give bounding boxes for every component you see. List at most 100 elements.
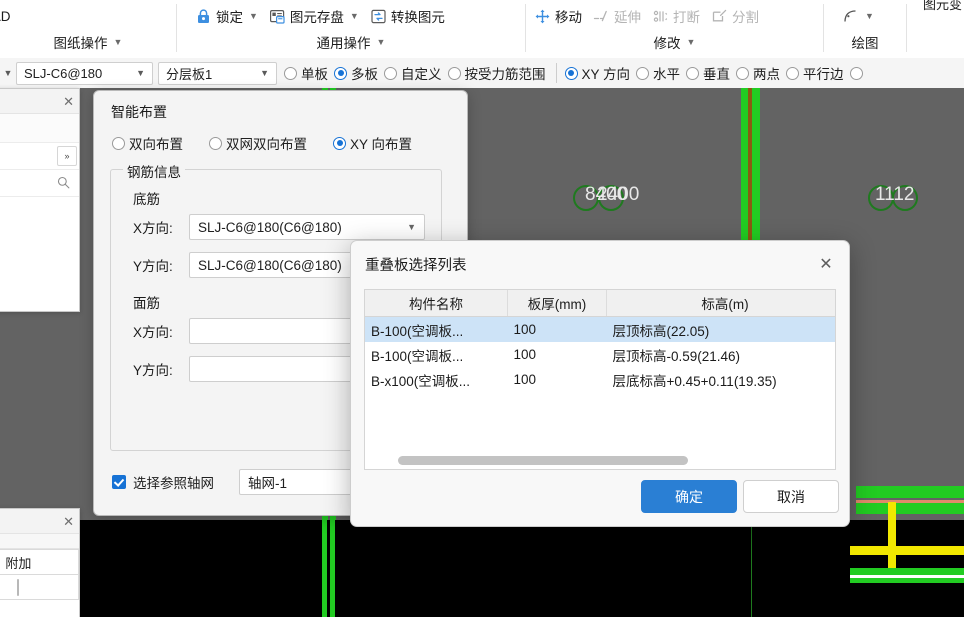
column-header-name[interactable]: 构件名称	[365, 290, 508, 317]
close-icon[interactable]: ✕	[63, 95, 74, 108]
radio-indicator	[112, 136, 125, 150]
chevron-down-icon: ▼	[686, 36, 696, 47]
radio-custom[interactable]: 自定义	[382, 63, 444, 83]
ribbon-group-label-draw[interactable]: 绘图	[824, 30, 906, 54]
left-bottom-panel-titlebar: ✕	[0, 509, 79, 534]
radio-indicator	[284, 66, 297, 80]
left-bottom-panel-subheader	[0, 534, 79, 549]
left-top-panel-searchrow	[0, 170, 79, 197]
break-icon	[652, 8, 669, 25]
ribbon-group-common-ops: 锁定 ▼ 图元存盘 ▼ 转换图元 通用操作 ▼	[177, 0, 525, 57]
rebar-type-combo[interactable]: SLJ-C6@180 ▼	[16, 61, 153, 85]
search-icon[interactable]	[56, 175, 73, 192]
radio-label: 水平	[653, 67, 681, 82]
reference-grid-value: 轴网-1	[248, 476, 288, 491]
table-row[interactable]: B-x100(空调板... 100 层底标高+0.45+0.11(19.35)	[365, 367, 835, 392]
left-top-panel-body	[0, 197, 79, 311]
break-button[interactable]: 打断	[648, 2, 707, 30]
radio-by-rebar-range[interactable]: 按受力筋范围	[446, 63, 548, 83]
radio-extra-clipped[interactable]	[848, 66, 865, 80]
confirm-button[interactable]: 确定	[641, 480, 737, 513]
draw-label: 绘图	[851, 36, 879, 51]
cad-label: CAD	[0, 8, 11, 24]
table-row[interactable]: B-100(空调板... 100 层顶标高-0.59(21.46)	[365, 342, 835, 367]
cell-elevation: 层底标高+0.45+0.11(19.35)	[612, 373, 777, 389]
table-cell-button[interactable]	[0, 574, 79, 600]
chevron-down-icon: ▼	[407, 222, 416, 232]
modify-label: 修改	[653, 36, 681, 51]
scrollbar-thumb[interactable]	[398, 456, 688, 465]
arc-tool-button[interactable]: ▼	[838, 2, 881, 30]
cad-slab-highlight-top	[856, 500, 964, 503]
radio-vertical[interactable]: 垂直	[684, 63, 732, 83]
column-header-thickness[interactable]: 板厚(mm)	[507, 290, 607, 317]
radio-horizontal[interactable]: 水平	[634, 63, 682, 83]
radio-label: 按受力筋范围	[464, 67, 546, 82]
radio-label: 垂直	[703, 67, 731, 82]
cad-axis-line-vertical	[330, 520, 335, 617]
radio-xy-layout[interactable]: XY 向布置	[331, 133, 414, 153]
overlap-modal-title: 重叠板选择列表	[365, 258, 467, 274]
extend-button[interactable]: 延伸	[589, 2, 648, 30]
expand-icon[interactable]: »	[57, 146, 77, 166]
radio-parallel-edge[interactable]: 平行边	[784, 63, 846, 83]
cancel-button[interactable]: 取消	[743, 480, 839, 513]
chevron-down-icon: ▼	[136, 68, 145, 78]
ribbon-group-modify: 移动 延伸 打断 分割 修改 ▼	[526, 0, 823, 57]
left-top-panel-tabrow[interactable]	[0, 114, 79, 143]
bottom-rebar-x-input[interactable]: SLJ-C6@180(C6@180) ▼	[189, 214, 425, 240]
radio-double-mesh-bidirectional[interactable]: 双网双向布置	[207, 133, 309, 153]
save-element-icon	[269, 8, 286, 25]
table-row[interactable]: B-100(空调板... 100 层顶标高(22.05)	[365, 316, 835, 342]
ribbon-divider-4	[906, 4, 907, 52]
cad-button[interactable]: CAD	[0, 2, 18, 30]
move-button[interactable]: 移动	[530, 2, 589, 30]
clipped-ribbon-item[interactable]: 图元变	[923, 0, 962, 13]
table-row[interactable]	[0, 574, 79, 600]
rebar-type-value: SLJ-C6@180	[24, 65, 103, 81]
cell-name: B-x100(空调板...	[371, 373, 471, 389]
ribbon-group-label-modify[interactable]: 修改 ▼	[526, 30, 823, 54]
convert-element-icon	[370, 8, 387, 25]
left-top-panel-linkrow: 间复制 »	[0, 143, 79, 170]
overlap-modal-footer: 确定 取消	[351, 470, 849, 526]
drawing-ops-label: 图纸操作	[53, 36, 108, 51]
cell-thickness: 100	[513, 372, 537, 387]
cad-black-fill	[850, 583, 964, 617]
ribbon-group-label-common-ops[interactable]: 通用操作 ▼	[177, 30, 525, 54]
radio-two-points[interactable]: 两点	[734, 63, 782, 83]
options-overflow-caret[interactable]: ▼	[0, 68, 16, 78]
radio-label: 多板	[351, 67, 378, 82]
radio-single-slab[interactable]: 单板	[282, 63, 330, 83]
cell-elevation: 层顶标高(22.05)	[606, 316, 835, 342]
radio-bidirectional[interactable]: 双向布置	[110, 133, 185, 153]
lock-button[interactable]: 锁定 ▼	[191, 2, 265, 30]
radio-label: XY 向布置	[350, 137, 413, 152]
radio-indicator	[849, 66, 863, 80]
overlap-modal-header: 重叠板选择列表 ✕	[351, 241, 849, 287]
small-button-icon[interactable]	[17, 578, 20, 596]
reference-grid-checkbox[interactable]	[112, 475, 126, 489]
split-button[interactable]: 分割	[707, 2, 766, 30]
cad-grid-line-vertical	[751, 520, 752, 617]
common-ops-label: 通用操作	[316, 36, 371, 51]
table-row[interactable]: 附加	[0, 549, 79, 575]
lock-label: 锁定	[216, 10, 243, 25]
move-label: 移动	[555, 10, 582, 25]
table-cell-attach[interactable]: 附加	[0, 549, 79, 575]
radio-multi-slab[interactable]: 多板	[332, 63, 380, 83]
ribbon-group-label-drawing-ops[interactable]: 图纸操作 ▼	[0, 30, 176, 54]
convert-element-button[interactable]: 转换图元	[366, 2, 452, 30]
radio-xy-direction[interactable]: XY 方向	[563, 63, 633, 83]
close-icon[interactable]: ✕	[63, 515, 74, 528]
cad-axis-line-vertical	[322, 520, 327, 617]
save-element-button[interactable]: 图元存盘 ▼	[265, 2, 366, 30]
column-header-elevation[interactable]: 标高(m)	[606, 290, 835, 317]
move-icon	[534, 8, 551, 25]
split-icon	[711, 8, 728, 25]
layer-combo[interactable]: 分层板1 ▼	[158, 61, 277, 85]
close-icon[interactable]: ✕	[813, 251, 839, 277]
cell-thickness: 100	[513, 347, 537, 362]
horizontal-scrollbar[interactable]	[366, 456, 834, 466]
cell-thickness: 100	[507, 316, 607, 342]
